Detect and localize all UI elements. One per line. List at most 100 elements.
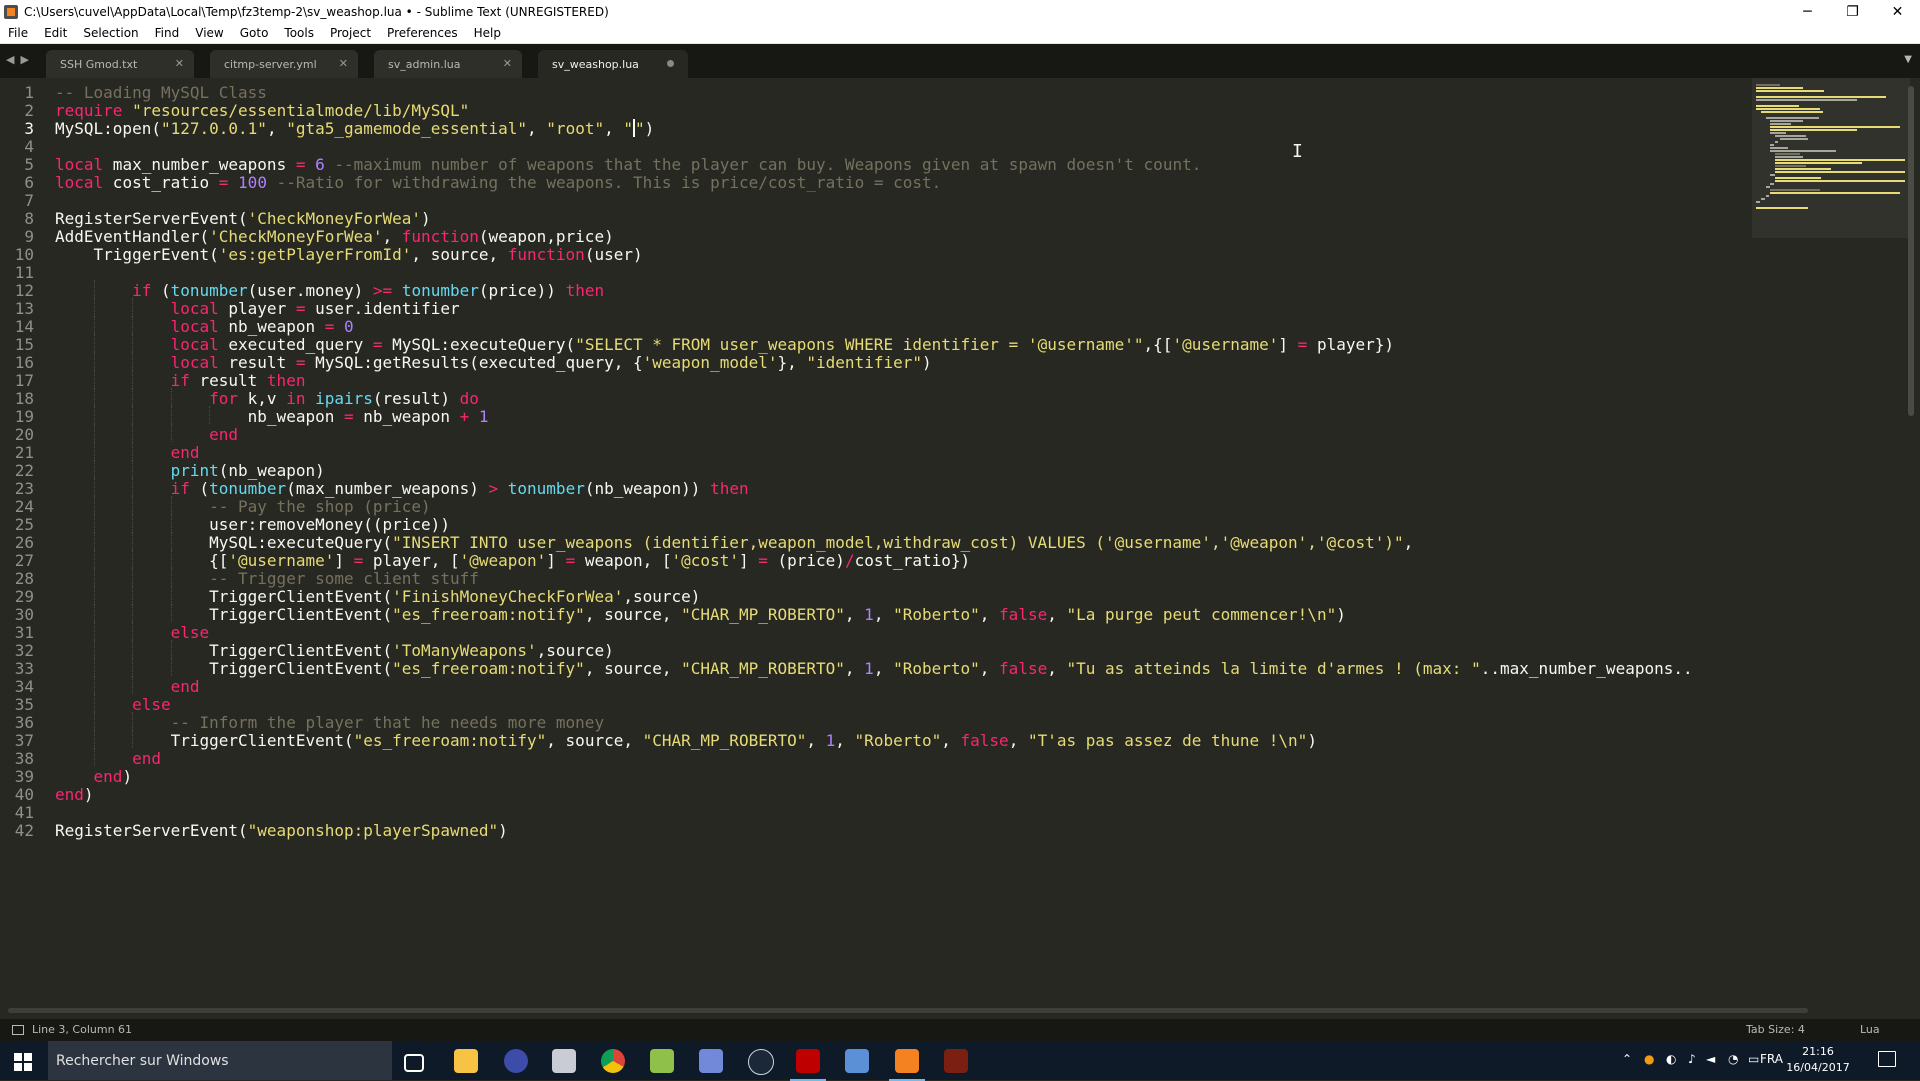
mail-icon[interactable] <box>552 1049 576 1073</box>
minimap-line <box>1770 132 1786 134</box>
sublime-text-icon[interactable] <box>889 1049 925 1081</box>
menu-preferences[interactable]: Preferences <box>379 26 466 40</box>
menu-selection[interactable]: Selection <box>75 26 146 40</box>
indent-guide <box>93 586 95 604</box>
minimap-line <box>1775 168 1832 170</box>
code-line[interactable]: TriggerClientEvent("es_freeroam:notify",… <box>55 730 1317 752</box>
indent-guide <box>132 298 134 316</box>
minimap-line <box>1770 147 1788 149</box>
minimap-line <box>1775 171 1905 173</box>
indent-guide <box>170 586 172 604</box>
indent-guide <box>93 514 95 532</box>
tray-network-status-icon[interactable]: ◐ <box>1666 1052 1676 1066</box>
indent-guide <box>93 532 95 550</box>
menu-tools[interactable]: Tools <box>276 26 322 40</box>
notepad-plus-icon[interactable] <box>650 1049 674 1073</box>
panel-toggle-icon[interactable] <box>12 1024 24 1035</box>
indent-guide <box>170 604 172 622</box>
maximize-icon[interactable]: ❐ <box>1830 0 1875 23</box>
minimap-line <box>1756 108 1820 110</box>
indent-guide <box>132 406 134 424</box>
indent-guide <box>132 460 134 478</box>
minimap-line <box>1775 141 1779 143</box>
indent-guide <box>93 478 95 496</box>
minimap-line <box>1775 177 1822 179</box>
minimap[interactable] <box>1752 78 1910 1012</box>
tray-app-icon[interactable]: ● <box>1644 1052 1654 1066</box>
tray-wifi-icon[interactable]: ◔ <box>1728 1052 1738 1066</box>
tab-bar: ◀▶ SSH Gmod.txt ✕ citmp-server.yml ✕ sv_… <box>0 44 1920 78</box>
tab-nav-arrows-icon[interactable]: ◀▶ <box>6 53 35 66</box>
minimap-line <box>1770 123 1792 125</box>
minimap-line <box>1760 111 1824 113</box>
media-player-icon[interactable] <box>504 1049 528 1073</box>
code-line[interactable]: end) <box>55 784 94 806</box>
menu-find[interactable]: Find <box>147 26 188 40</box>
windows-start-icon[interactable] <box>14 1053 32 1071</box>
menu-goto[interactable]: Goto <box>232 26 277 40</box>
menu-file[interactable]: File <box>0 26 36 40</box>
horizontal-scrollbar[interactable] <box>8 1008 1808 1013</box>
remote-desktop-icon[interactable] <box>845 1049 869 1073</box>
file-explorer-icon[interactable] <box>454 1049 478 1073</box>
minimize-icon[interactable]: ─ <box>1785 0 1830 23</box>
code-line[interactable]: RegisterServerEvent("weaponshop:playerSp… <box>55 820 508 842</box>
chrome-icon[interactable] <box>601 1049 625 1073</box>
indent-guide <box>170 550 172 568</box>
tab-citmp-server[interactable]: citmp-server.yml ✕ <box>210 50 358 78</box>
indent-guide <box>170 514 172 532</box>
tray-mic-icon[interactable]: ♪ <box>1688 1052 1696 1066</box>
discord-icon[interactable] <box>699 1049 723 1073</box>
tab-close-icon[interactable]: ✕ <box>175 57 184 70</box>
code-area[interactable]: -- Loading MySQL Class require "resources… <box>55 78 1755 1012</box>
syntax-indicator[interactable]: Lua <box>1860 1023 1880 1036</box>
tab-close-icon[interactable]: ✕ <box>339 57 348 70</box>
tab-sv-weashop[interactable]: sv_weashop.lua <box>538 50 688 78</box>
cursor-position: Line 3, Column 61 <box>32 1023 133 1036</box>
tab-size-indicator[interactable]: Tab Size: 4 <box>1746 1023 1805 1036</box>
minimap-viewport[interactable] <box>1752 78 1910 238</box>
steam-icon[interactable] <box>748 1049 774 1075</box>
task-view-icon[interactable] <box>404 1054 424 1072</box>
tab-list-chevron-icon[interactable]: ▼ <box>1904 54 1912 65</box>
tab-sv-admin[interactable]: sv_admin.lua ✕ <box>374 50 522 78</box>
code-line[interactable]: TriggerEvent('es:getPlayerFromId', sourc… <box>55 244 643 266</box>
code-line[interactable]: local cost_ratio = 100 --Ratio for withd… <box>55 172 941 194</box>
tray-battery-icon[interactable]: ▭ <box>1748 1052 1759 1066</box>
menu-view[interactable]: View <box>187 26 231 40</box>
sublime-app-icon <box>4 4 18 19</box>
minimap-line <box>1756 99 1858 101</box>
indent-guide <box>132 478 134 496</box>
code-editor[interactable]: 1 2 3 4 5 6 7 8 9 10 11 12 13 14 15 16 17 18 19 20 21 22 23 24 2… <box>0 78 1920 1012</box>
indent-guide <box>93 334 95 352</box>
vertical-scrollbar[interactable] <box>1908 86 1914 416</box>
indent-guide <box>93 550 95 568</box>
indent-guide <box>132 604 134 622</box>
minimap-line <box>1756 105 1799 107</box>
indent-guide <box>93 676 95 694</box>
menu-edit[interactable]: Edit <box>36 26 75 40</box>
code-line[interactable]: TriggerClientEvent("es_freeroam:notify",… <box>55 604 1346 626</box>
brackets-icon[interactable] <box>944 1049 968 1073</box>
tab-close-icon[interactable]: ✕ <box>503 57 512 70</box>
menu-help[interactable]: Help <box>466 26 509 40</box>
filezilla-icon[interactable] <box>790 1049 826 1081</box>
tray-speaker-icon[interactable]: ◄ <box>1706 1052 1715 1066</box>
unsaved-dot-icon[interactable] <box>667 60 674 67</box>
menu-project[interactable]: Project <box>322 26 379 40</box>
windows-search-box[interactable]: Rechercher sur Windows <box>48 1041 392 1080</box>
close-icon[interactable]: ✕ <box>1875 0 1920 23</box>
minimap-line <box>1775 153 1801 155</box>
code-line[interactable]: TriggerClientEvent("es_freeroam:notify",… <box>55 658 1693 680</box>
action-center-icon[interactable] <box>1878 1051 1896 1067</box>
indent-guide <box>132 514 134 532</box>
tab-ssh-gmod[interactable]: SSH Gmod.txt ✕ <box>46 50 194 78</box>
tray-chevron-icon[interactable]: ⌃ <box>1622 1052 1632 1066</box>
taskbar-clock[interactable]: 21:16 16/04/2017 <box>1780 1044 1856 1076</box>
tab-label: citmp-server.yml <box>224 57 317 71</box>
indent-guide <box>93 496 95 514</box>
text-caret <box>633 119 635 137</box>
code-line[interactable]: MySQL:open("127.0.0.1", "gta5_gamemode_e… <box>55 118 654 140</box>
indent-guide <box>209 406 211 424</box>
indent-guide <box>170 658 172 676</box>
